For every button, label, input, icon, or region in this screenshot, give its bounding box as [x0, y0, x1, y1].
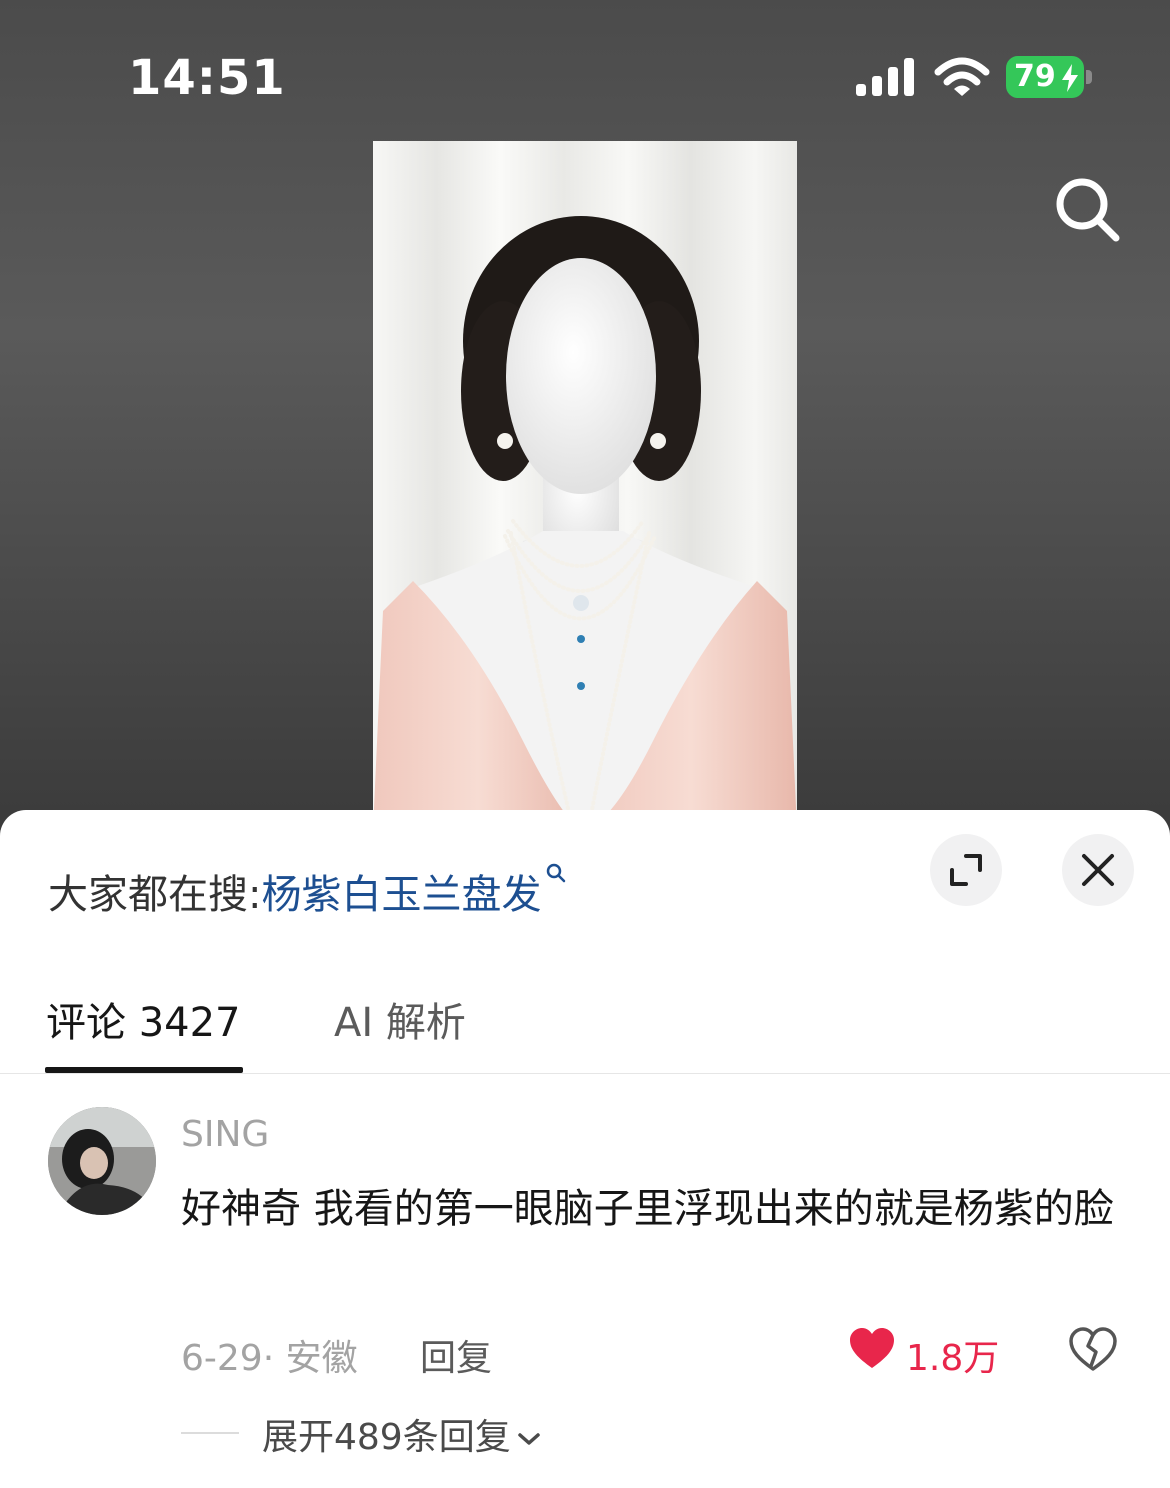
- comment-text: 好神奇 我看的第一眼脑子里浮现出来的就是杨紫的脸: [181, 1186, 1114, 1232]
- search-suggestion[interactable]: 大家都在搜:杨紫白玉兰盘发: [48, 862, 567, 920]
- broken-heart-icon[interactable]: [1068, 1326, 1118, 1372]
- battery-charging-icon: 79: [1006, 56, 1092, 100]
- heart-icon: [850, 1328, 894, 1368]
- cellular-signal-icon: [856, 58, 914, 96]
- tab-comments[interactable]: 评论 3427: [46, 990, 241, 1048]
- mannequin-image: [373, 141, 797, 830]
- search-icon[interactable]: [1050, 172, 1124, 246]
- wifi-icon: [934, 57, 990, 96]
- video-frame: [373, 141, 797, 830]
- status-bar: 14:51 79: [0, 0, 1170, 140]
- small-search-icon: [547, 863, 566, 883]
- tab-ai-analysis[interactable]: AI 解析: [334, 990, 466, 1048]
- expand-divider: [181, 1432, 239, 1434]
- comments-sheet: 大家都在搜:杨紫白玉兰盘发 评论 3427 AI 解析 SING 好神奇 我看的…: [0, 810, 1170, 1488]
- comment-date-location: 6-29· 安徽: [181, 1338, 358, 1379]
- chevron-down-icon: [517, 1433, 540, 1445]
- comment-username[interactable]: SING: [181, 1114, 269, 1155]
- comment-item: SING 好神奇 我看的第一眼脑子里浮现出来的就是杨紫的脸 6-29· 安徽 回…: [0, 1074, 1170, 1488]
- reply-button[interactable]: 回复: [420, 1329, 492, 1381]
- search-suggestion-prefix: 大家都在搜:: [48, 872, 262, 918]
- like-count: 1.8万: [906, 1338, 1000, 1379]
- fullscreen-expand-icon: [950, 854, 982, 886]
- status-time: 14:51: [128, 50, 286, 106]
- expand-button[interactable]: [930, 834, 1002, 906]
- expand-replies-label: 展开489条回复: [262, 1417, 511, 1458]
- expand-replies-button[interactable]: 展开489条回复: [262, 1408, 541, 1460]
- video-player[interactable]: 14:51 79: [0, 0, 1170, 830]
- avatar[interactable]: [48, 1107, 156, 1215]
- battery-level: 79: [1014, 59, 1056, 94]
- close-button[interactable]: [1062, 834, 1134, 906]
- search-suggestion-keyword[interactable]: 杨紫白玉兰盘发: [261, 872, 541, 918]
- close-icon: [1082, 854, 1114, 886]
